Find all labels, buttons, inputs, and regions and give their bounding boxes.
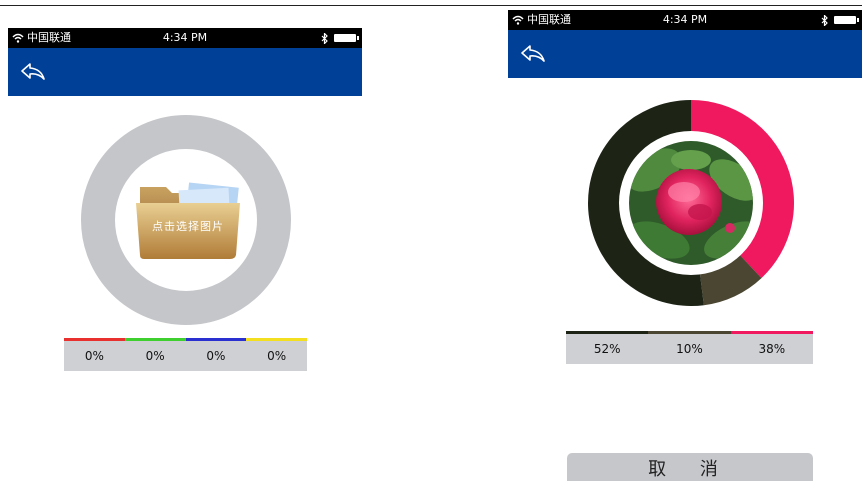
bluetooth-icon: [321, 32, 328, 44]
back-button[interactable]: [516, 40, 550, 68]
phone-screen-left: 中国联通 4:34 PM 点击选择图片 0% 0% 0% 0%: [8, 28, 362, 481]
phone-screen-right: 中国联通 4:34 PM 52% 10% 38% 取 消: [508, 10, 862, 481]
color-percentage-strip: 52% 10% 38%: [566, 331, 813, 365]
select-image-button[interactable]: 点击选择图片: [136, 181, 246, 261]
percent-pink: 38%: [758, 342, 786, 356]
color-percentage-values: 52% 10% 38%: [566, 334, 813, 364]
percent-red: 0%: [84, 349, 104, 363]
cancel-button[interactable]: 取 消: [567, 453, 813, 481]
nav-bar: [508, 30, 862, 78]
percent-dark-green: 52%: [593, 342, 621, 356]
back-arrow-icon: [521, 45, 545, 62]
stage: 中国联通 4:34 PM 点击选择图片 0% 0% 0% 0% 中国联通 4:3…: [0, 0, 862, 481]
select-image-label: 点击选择图片: [152, 220, 224, 233]
status-time: 4:34 PM: [162, 31, 208, 44]
top-divider: [0, 5, 862, 6]
battery-icon: [334, 34, 359, 42]
percent-yellow: 0%: [267, 349, 287, 363]
status-bar: 中国联通 4:34 PM: [8, 28, 362, 48]
back-arrow-icon: [21, 63, 45, 80]
status-right: [821, 10, 859, 30]
status-right: [321, 28, 359, 48]
percent-green: 0%: [145, 349, 165, 363]
nav-bar: [8, 48, 362, 96]
color-percentage-values: 0% 0% 0% 0%: [64, 341, 307, 371]
percent-olive: 10%: [676, 342, 703, 356]
color-distribution-donut: [588, 100, 794, 306]
back-button[interactable]: [16, 58, 50, 86]
status-time: 4:34 PM: [662, 13, 708, 26]
battery-icon: [834, 16, 859, 24]
bluetooth-icon: [821, 14, 828, 26]
color-percentage-strip: 0% 0% 0% 0%: [64, 338, 307, 371]
status-bar: 中国联通 4:34 PM: [508, 10, 862, 30]
percent-blue: 0%: [206, 349, 226, 363]
